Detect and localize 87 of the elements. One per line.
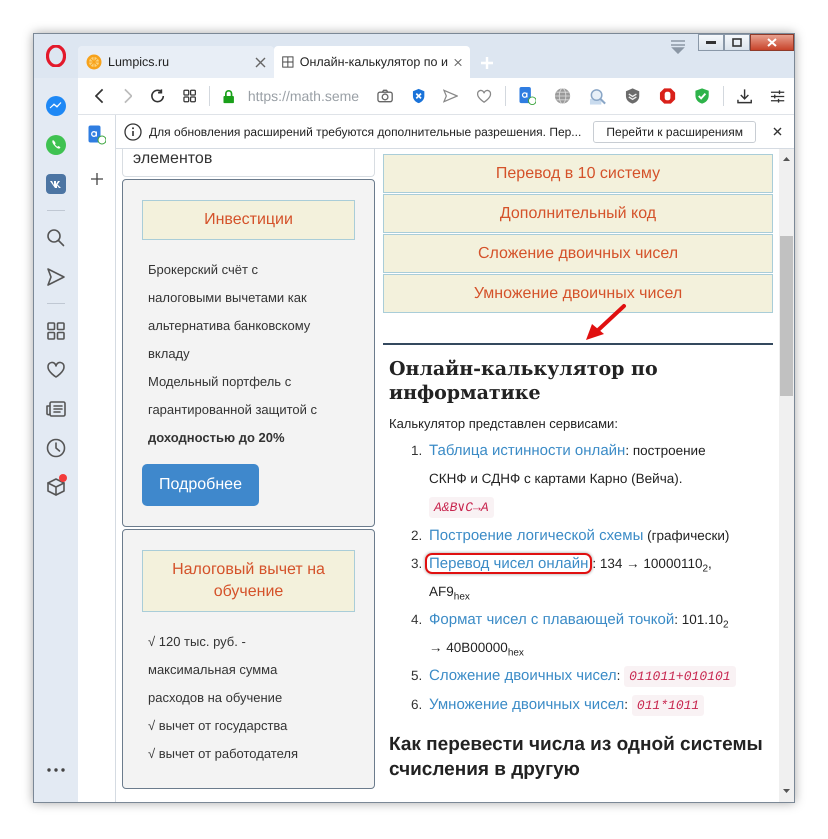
notification-dot (59, 474, 67, 482)
details-button[interactable]: Подробнее (142, 464, 259, 506)
lock-icon[interactable] (223, 88, 235, 104)
calculator-menu-button[interactable]: Дополнительный код (383, 194, 773, 233)
service-description: Умножение двоичных чисел: (429, 695, 628, 715)
card-text: элементов (122, 149, 375, 177)
back-icon[interactable] (95, 88, 104, 104)
cube-icon[interactable] (46, 476, 66, 496)
card-text: √ 120 тыс. руб. - максимальная сумма расходов на обучение (147, 633, 284, 707)
maximize-icon (732, 38, 742, 47)
download-icon[interactable] (736, 88, 752, 104)
service-link[interactable]: Формат чисел с плавающей точкой (429, 611, 674, 628)
close-button[interactable] (750, 34, 794, 51)
browser-tab[interactable]: Lumpics.ru (78, 46, 274, 78)
minimize-button[interactable] (698, 34, 724, 51)
list-number: 2. (411, 527, 424, 545)
heart-icon[interactable] (476, 88, 492, 104)
card-title: Инвестиции (142, 200, 355, 240)
grid-icon (282, 54, 294, 70)
messenger-icon[interactable] (45, 94, 67, 116)
service-link[interactable]: Таблица истинности онлайн (429, 442, 626, 459)
info-icon (124, 122, 142, 140)
card-text: √ вычет от государства (147, 717, 288, 735)
section-heading: Как перевести числа из одной системы счисления в другую (389, 733, 764, 782)
grid-icon[interactable] (183, 89, 196, 103)
scroll-up-icon[interactable] (782, 156, 791, 162)
stop-hand-icon[interactable] (658, 87, 676, 105)
code-example: 011*1011 (632, 695, 704, 716)
list-number: 4. (411, 611, 424, 629)
calculator-menu-button[interactable]: Перевод в 10 систему (383, 154, 773, 193)
close-icon[interactable] (773, 127, 782, 136)
code-example: 011011+010101 (624, 666, 736, 687)
scrollbar[interactable] (779, 149, 794, 802)
scrollbar-thumb[interactable] (780, 236, 793, 396)
article-heading: Онлайн-калькулятор по информатике (389, 357, 659, 405)
camera-icon[interactable] (377, 89, 394, 103)
card-title: Налоговый вычет на обучение (142, 550, 355, 612)
send-icon[interactable] (46, 266, 66, 286)
maximize-button[interactable] (724, 34, 750, 51)
extensions-button[interactable]: Перейти к расширениям (593, 120, 756, 142)
service-link[interactable]: Сложение двоичных чисел (429, 667, 617, 684)
heart-icon[interactable] (46, 360, 66, 378)
intro-text: Калькулятор представлен сервисами: (389, 415, 619, 433)
address-field[interactable]: https://math.seme (248, 88, 368, 104)
calculator-menu-button[interactable]: Умножение двоичных чисел (383, 274, 773, 313)
minimize-icon (706, 40, 716, 44)
news-icon[interactable] (46, 400, 66, 418)
card-text: Модельный портфель с гарантированной защитой с доходностью до 20% (147, 373, 318, 447)
reload-icon[interactable] (150, 88, 166, 104)
close-icon[interactable] (454, 56, 462, 68)
grid-icon[interactable] (47, 322, 65, 340)
shield-check-icon[interactable] (694, 87, 710, 105)
notification-text: Для обновления расширений требуются дополнительные разрешения. Пер... (149, 124, 582, 138)
list-number: 5. (411, 667, 424, 685)
add-icon[interactable] (90, 173, 102, 185)
globe-icon[interactable] (554, 87, 572, 105)
service-link[interactable]: Перевод чисел онлайн (429, 555, 588, 572)
service-description: Построение логической схемы (графически) (429, 526, 730, 546)
clock-icon[interactable] (46, 438, 66, 458)
more-icon[interactable] (47, 768, 65, 772)
service-link[interactable]: Построение логической схемы (429, 527, 644, 544)
card-text: √ вычет от работодателя (147, 745, 300, 763)
vk-icon[interactable] (45, 172, 67, 194)
service-description: Перевод чисел онлайн : 134 → 10000110$_{2}$, AF9$_{hex}$ (429, 550, 739, 606)
list-number: 3. (411, 555, 424, 573)
settings-sliders-icon[interactable] (770, 88, 786, 104)
list-number: 1. (411, 442, 424, 460)
annotation-arrow (583, 303, 627, 343)
calculator-menu-button[interactable]: Сложение двоичных чисел (383, 234, 773, 273)
card-text: Брокерский счёт с налоговыми вычетами как альтернатива банковскому вкладу (147, 261, 312, 363)
shield-icon[interactable] (625, 87, 640, 105)
translate-icon[interactable] (88, 125, 106, 145)
translate-icon[interactable] (519, 86, 536, 106)
service-description: Формат чисел с плавающей точкой: 101.10$_{2}$ → 40B00000$_{hex}$ (429, 610, 730, 661)
fruit-slice-icon (86, 54, 102, 70)
opera-logo[interactable] (46, 45, 66, 67)
search-icon[interactable] (46, 228, 66, 248)
code-example: A&B∨C→A (429, 497, 494, 518)
service-description: Сложение двоичных чисел: (429, 666, 620, 686)
close-icon (767, 38, 777, 47)
shield-icon[interactable] (412, 88, 425, 104)
browser-tab[interactable]: Онлайн-калькулятор по и (274, 46, 470, 78)
list-number: 6. (411, 696, 424, 714)
send-icon[interactable] (442, 89, 458, 103)
service-description: Таблица истинности онлайн: построение СКНФ и СДНФ с картами Карно (Вейча). (429, 441, 707, 488)
service-link[interactable]: Умножение двоичных чисел (429, 696, 624, 713)
scroll-down-icon[interactable] (782, 788, 791, 794)
